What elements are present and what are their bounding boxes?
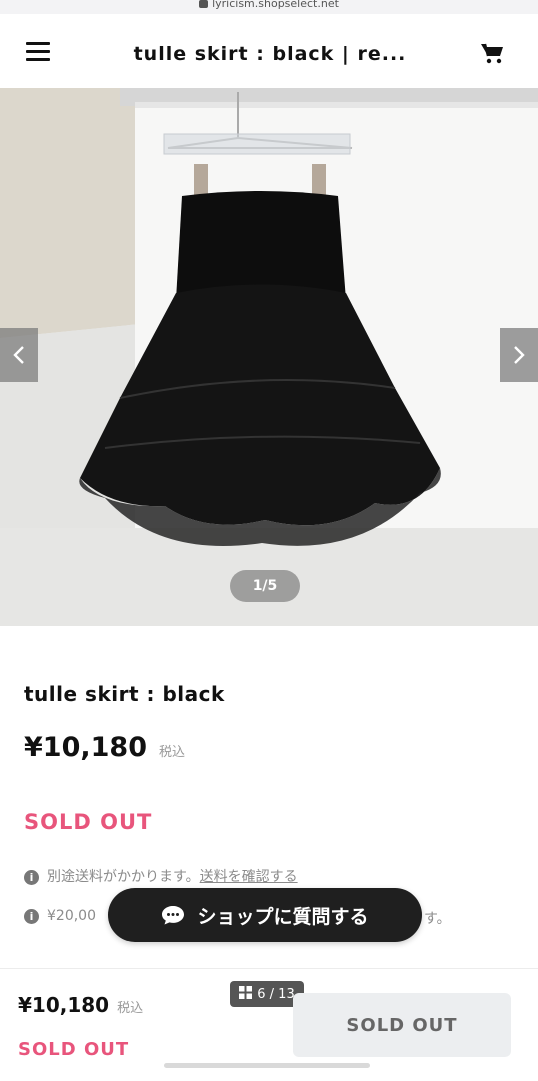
ask-shop-label: ショップに質問する xyxy=(197,905,369,928)
url-text: lyricism.shopselect.net xyxy=(212,0,339,10)
hamburger-menu-icon[interactable] xyxy=(26,42,50,62)
info-icon: i xyxy=(24,908,39,924)
info-icon: i xyxy=(24,869,39,885)
ask-shop-button[interactable]: ショップに質問する xyxy=(108,888,422,942)
page-title: tulle skirt : black | re... xyxy=(133,43,407,65)
home-indicator xyxy=(164,1063,370,1068)
footer-sold-out-status: SOLD OUT xyxy=(18,1039,130,1060)
product-price: ¥10,180 xyxy=(24,732,147,763)
product-image-carousel[interactable]: 1/5 xyxy=(0,88,538,626)
chevron-left-icon xyxy=(13,346,24,364)
chevron-right-icon xyxy=(514,346,525,364)
tax-label: 税込 xyxy=(158,745,185,760)
footer-price-row: ¥10,180 税込 xyxy=(18,993,143,1017)
chat-bubble-icon xyxy=(161,904,185,926)
shipping-link[interactable]: 送料を確認する xyxy=(200,869,298,885)
lock-icon xyxy=(199,0,209,8)
shipping-note: i 別途送料がかかります。送料を確認する xyxy=(24,866,298,886)
product-photo xyxy=(0,88,538,626)
page-indicator-text: 6 / 13 xyxy=(257,986,295,1002)
sold-out-button[interactable]: SOLD OUT xyxy=(293,993,511,1057)
sold-out-status: SOLD OUT xyxy=(24,810,153,834)
product-name: tulle skirt : black xyxy=(24,682,225,706)
free-shipping-note-text: ¥20,00 xyxy=(47,908,96,924)
footer-tax-label: 税込 xyxy=(117,1001,144,1016)
price-row: ¥10,180 税込 xyxy=(24,732,185,763)
browser-url-bar[interactable]: lyricism.shopselect.net xyxy=(0,0,538,14)
grid-icon xyxy=(239,985,253,1003)
cart-icon[interactable] xyxy=(480,41,504,65)
carousel-next-button[interactable] xyxy=(500,328,538,382)
purchase-footer: ¥10,180 税込 SOLD OUT 6 / 13 SOLD OUT xyxy=(0,968,538,1081)
site-header: tulle skirt : black | re... xyxy=(0,14,538,88)
free-shipping-note-end: す。 xyxy=(424,911,451,927)
footer-price: ¥10,180 xyxy=(18,993,110,1017)
free-shipping-note: i ¥20,00 xyxy=(24,908,96,924)
shipping-note-text: 別途送料がかかります。 xyxy=(47,869,200,885)
carousel-counter: 1/5 xyxy=(230,570,300,602)
carousel-prev-button[interactable] xyxy=(0,328,38,382)
